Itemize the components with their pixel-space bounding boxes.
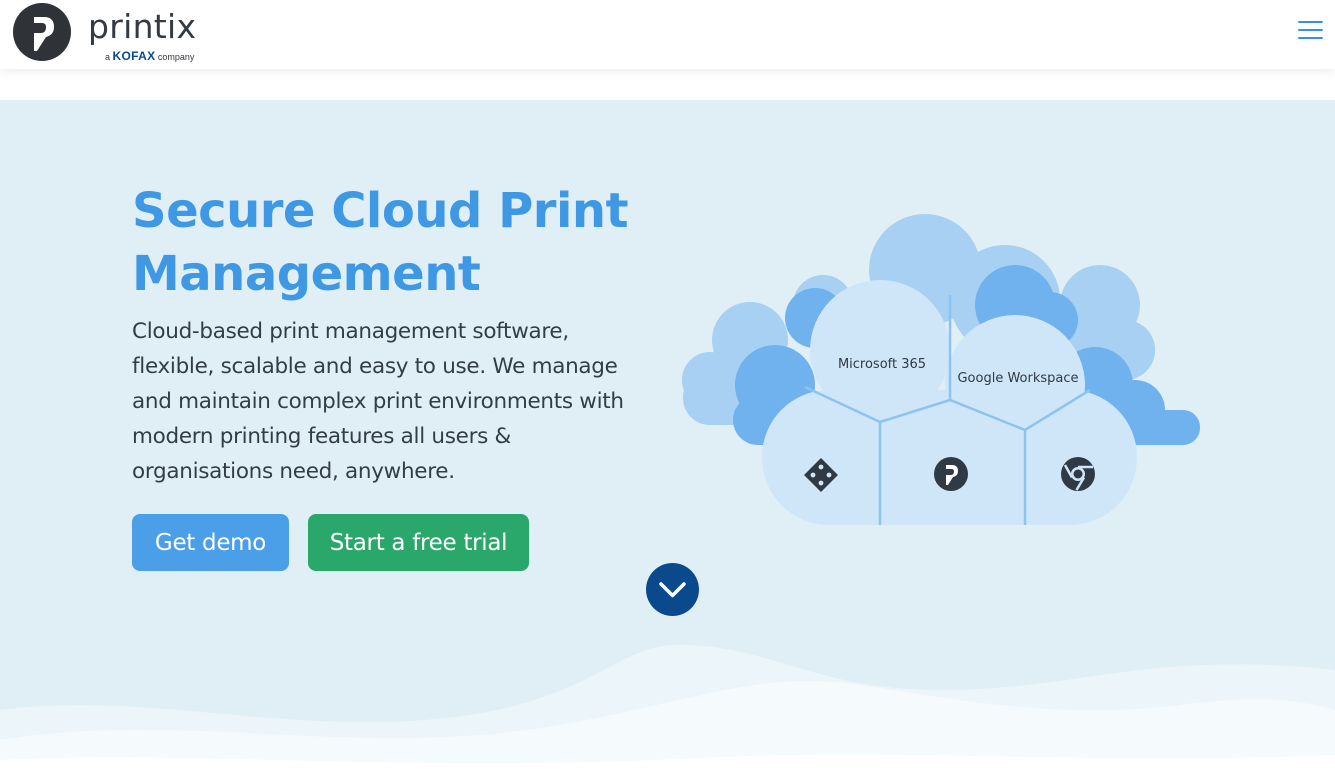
wave-decoration bbox=[0, 644, 1335, 773]
hero-description: Cloud-based print management software, f… bbox=[132, 319, 624, 484]
scroll-down-button[interactable] bbox=[646, 563, 699, 616]
tagline-suffix: company bbox=[157, 52, 195, 62]
cloud-illustration: Microsoft 365 Google Workspace bbox=[682, 214, 1200, 525]
free-trial-button[interactable]: Start a free trial bbox=[308, 514, 529, 571]
tagline-brand: KOFAX bbox=[112, 49, 156, 63]
tagline-prefix: a bbox=[105, 52, 111, 62]
hero-section: Secure Cloud Print Management Cloud-base… bbox=[0, 100, 1335, 773]
google-workspace-label: Google Workspace bbox=[957, 371, 1078, 386]
printix-icon bbox=[934, 457, 968, 491]
chrome-icon bbox=[1061, 457, 1095, 491]
hero-title: Secure Cloud Print Management bbox=[132, 183, 629, 302]
site-header: printix a KOFAX company bbox=[0, 0, 1335, 69]
chevron-down-icon bbox=[659, 582, 686, 598]
get-demo-button[interactable]: Get demo bbox=[132, 514, 289, 571]
brand-name: printix bbox=[88, 7, 197, 46]
microsoft-365-label: Microsoft 365 bbox=[838, 357, 926, 372]
printix-logo-icon bbox=[13, 3, 71, 61]
brand-tagline: a KOFAX company bbox=[105, 49, 194, 63]
hamburger-menu-icon[interactable] bbox=[1296, 18, 1326, 42]
printix-logo[interactable]: printix a KOFAX company bbox=[12, 2, 222, 64]
